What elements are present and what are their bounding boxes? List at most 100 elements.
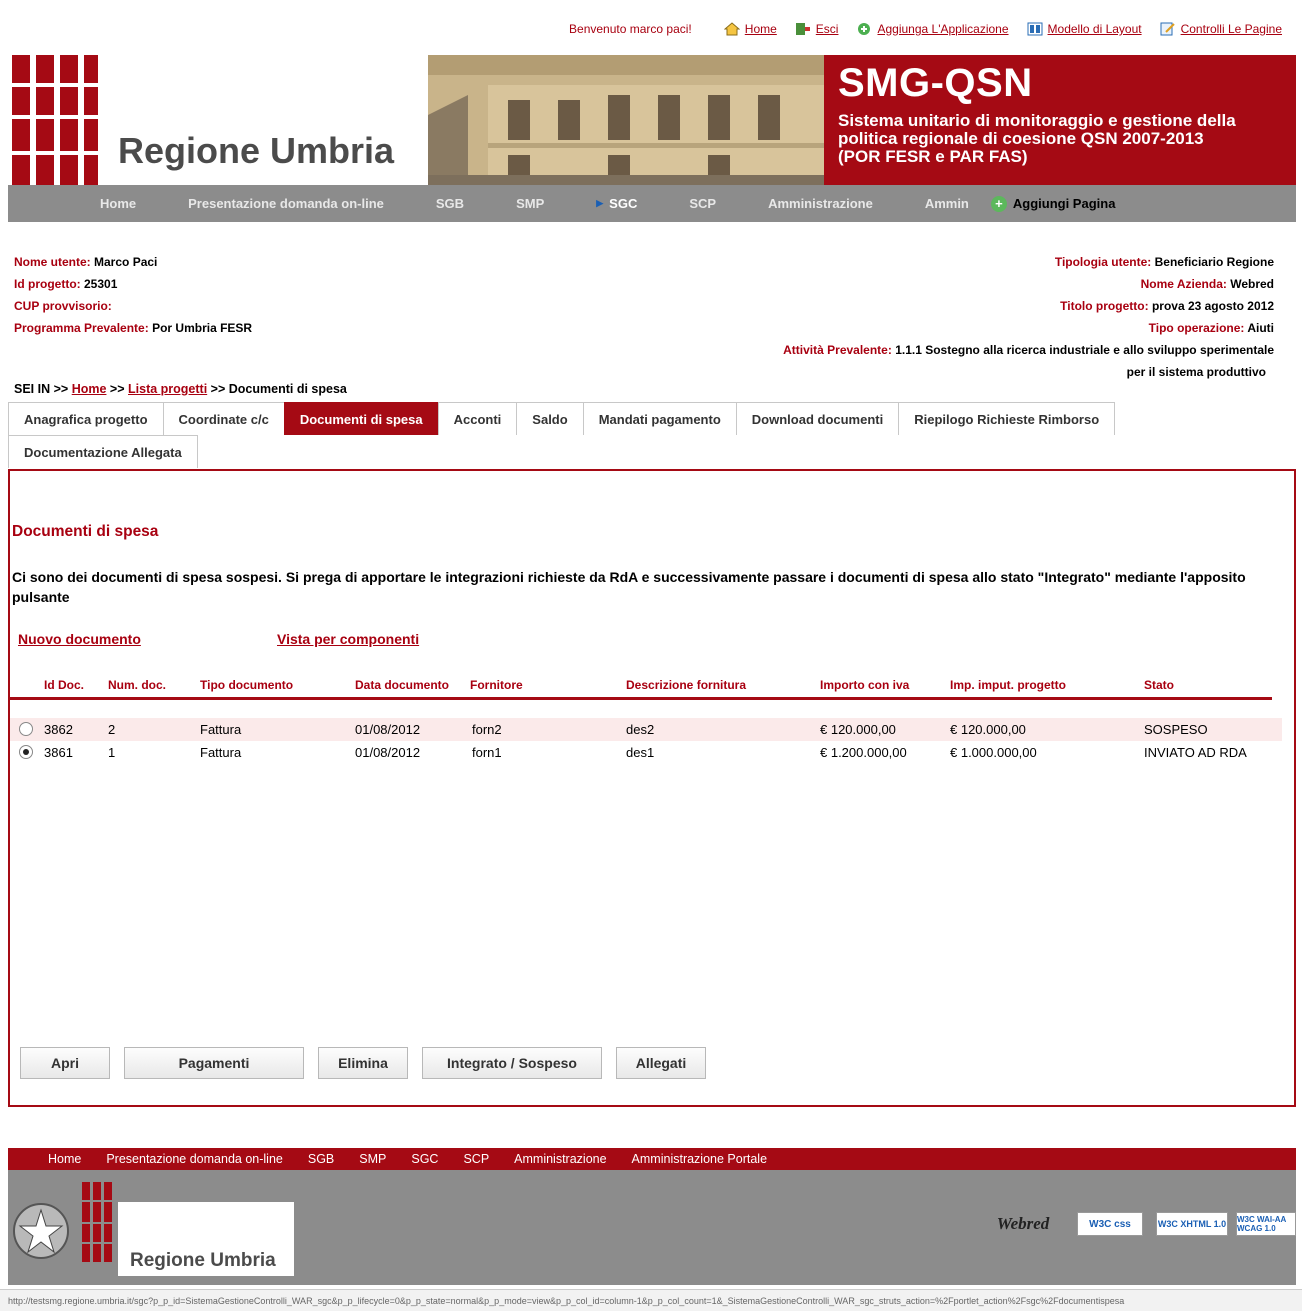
exit-icon	[795, 23, 810, 35]
action-buttons: Apri Pagamenti Elimina Integrato / Sospe…	[20, 1047, 720, 1079]
nav-item-sgb[interactable]: SGB	[436, 196, 464, 211]
component-view-link[interactable]: Vista per componenti	[277, 631, 419, 647]
top-link-layout[interactable]: Modello di Layout	[1027, 22, 1142, 36]
col-imp-imput: Imp. imput. progetto	[950, 678, 1066, 692]
info-label: Nome Azienda:	[1140, 277, 1227, 291]
edit-page-icon	[1160, 22, 1175, 36]
nav-item-presentazione[interactable]: Presentazione domanda on-line	[188, 196, 384, 211]
w3c-xhtml-badge[interactable]: W3C XHTML 1.0	[1156, 1212, 1228, 1236]
col-id-doc: Id Doc.	[44, 678, 85, 692]
w3c-wcag-badge[interactable]: W3C WAI-AA WCAG 1.0	[1236, 1212, 1296, 1236]
tab-anagrafica[interactable]: Anagrafica progetto	[8, 402, 164, 435]
tab-download[interactable]: Download documenti	[735, 402, 900, 435]
cell: 3862	[44, 722, 73, 737]
info-label: CUP provvisorio:	[14, 299, 112, 313]
cell: forn2	[472, 722, 502, 737]
integrated-suspended-button[interactable]: Integrato / Sospeso	[422, 1047, 602, 1079]
italian-emblem-icon	[13, 1203, 69, 1259]
top-link-exit[interactable]: Esci	[795, 22, 839, 36]
tab-saldo[interactable]: Saldo	[516, 402, 584, 435]
nav-item-smp[interactable]: SMP	[516, 196, 544, 211]
add-icon	[858, 23, 871, 35]
tab-coordinate[interactable]: Coordinate c/c	[162, 402, 285, 435]
row-select-radio[interactable]	[19, 722, 33, 736]
cell: des1	[626, 745, 655, 760]
table-row[interactable]: 3861 1 Fattura 01/08/2012 forn1 des1 € 1…	[10, 741, 1282, 764]
row-select-radio[interactable]	[19, 745, 33, 759]
triangle-right-icon: ▶	[596, 198, 604, 208]
col-data: Data documento	[355, 678, 450, 692]
top-link-add-app[interactable]: Aggiunga L'Applicazione	[856, 22, 1009, 36]
nav-item-amministrazione[interactable]: Amministrazione	[768, 196, 873, 211]
app-subtitle-line2: politica regionale di coesione QSN 2007-…	[838, 129, 1204, 148]
footer-link-presentazione[interactable]: Presentazione domanda on-line	[106, 1152, 283, 1166]
documents-panel: Documenti di spesa Ci sono dei documenti…	[8, 469, 1296, 1107]
col-num-doc: Num. doc.	[108, 678, 167, 692]
home-icon	[723, 22, 740, 36]
add-page-label: Aggiungi Pagina	[1012, 196, 1116, 211]
breadcrumb-list-link[interactable]: Lista progetti	[128, 382, 207, 396]
region-title: Regione Umbria	[118, 130, 395, 171]
footer-region-title: Regione Umbria	[130, 1250, 276, 1271]
app-subtitle: Sistema unitario di monitoraggio e gesti…	[838, 112, 1296, 166]
cell: € 120.000,00	[820, 722, 896, 737]
footer-link-sgc[interactable]: SGC	[411, 1152, 438, 1166]
cell: Fattura	[200, 745, 242, 760]
top-link-page-controls[interactable]: Controlli Le Pagine	[1160, 22, 1282, 36]
info-value: Beneficiario Regione	[1154, 255, 1274, 269]
nav-item-ammin[interactable]: Ammin	[925, 196, 969, 211]
w3c-css-badge[interactable]: W3C css	[1077, 1212, 1143, 1236]
top-link-home[interactable]: Home	[723, 22, 777, 36]
cell: 2	[108, 722, 116, 737]
delete-button[interactable]: Elimina	[318, 1047, 408, 1079]
cell: des2	[626, 722, 655, 737]
attachments-button[interactable]: Allegati	[616, 1047, 706, 1079]
payments-button[interactable]: Pagamenti	[124, 1047, 304, 1079]
breadcrumb-sep: >>	[210, 382, 226, 396]
open-button[interactable]: Apri	[20, 1047, 110, 1079]
top-link-exit-label: Esci	[815, 22, 839, 36]
tab-documenti-spesa[interactable]: Documenti di spesa	[283, 402, 439, 435]
cell: € 1.000.000,00	[950, 745, 1037, 760]
suspended-message: Ci sono dei documenti di spesa sospesi. …	[12, 569, 1246, 605]
info-value-continuation: per il sistema produttivo	[1126, 365, 1266, 379]
tab-documentazione-allegata[interactable]: Documentazione Allegata	[8, 435, 198, 468]
nav-item-sgc[interactable]: ▶ SGC	[596, 196, 637, 211]
breadcrumb-home-link[interactable]: Home	[72, 382, 107, 396]
plus-icon: +	[990, 195, 1007, 212]
footer-link-sgb[interactable]: SGB	[308, 1152, 334, 1166]
tab-row-2: Documentazione Allegata	[8, 435, 1296, 468]
footer-link-amministrazione[interactable]: Amministrazione	[514, 1152, 606, 1166]
footer-nav: Home Presentazione domanda on-line SGB S…	[8, 1148, 1296, 1170]
cell: forn1	[472, 745, 502, 760]
cell: € 120.000,00	[950, 722, 1026, 737]
table-header: Id Doc. Num. doc. Tipo documento Data do…	[10, 678, 1272, 700]
new-document-link[interactable]: Nuovo documento	[18, 631, 141, 647]
footer-link-amministrazione-portale[interactable]: Amministrazione Portale	[632, 1152, 767, 1166]
col-stato: Stato	[1144, 678, 1174, 692]
project-tabs: Anagrafica progetto Coordinate c/c Docum…	[8, 402, 1296, 468]
nav-item-home[interactable]: Home	[100, 196, 136, 211]
cell: € 1.200.000,00	[820, 745, 907, 760]
welcome-text: Benvenuto marco paci!	[569, 22, 692, 36]
col-tipo: Tipo documento	[200, 678, 294, 692]
footer-link-scp[interactable]: SCP	[463, 1152, 489, 1166]
cell: 1	[108, 745, 116, 760]
top-link-layout-label: Modello di Layout	[1047, 22, 1142, 36]
tab-mandati[interactable]: Mandati pagamento	[582, 402, 737, 435]
info-label: Programma Prevalente:	[14, 321, 149, 335]
tab-riepilogo[interactable]: Riepilogo Richieste Rimborso	[898, 402, 1116, 435]
cell: 3861	[44, 745, 73, 760]
top-link-page-controls-label: Controlli Le Pagine	[1180, 22, 1282, 36]
browser-status-bar: http://testsmg.regione.umbria.it/sgc?p_p…	[0, 1289, 1302, 1311]
info-value: 25301	[84, 277, 118, 291]
footer-link-home[interactable]: Home	[48, 1152, 81, 1166]
add-page-button[interactable]: + Aggiungi Pagina	[990, 195, 1116, 212]
footer-link-smp[interactable]: SMP	[359, 1152, 386, 1166]
cell: 01/08/2012	[355, 722, 421, 737]
table-row[interactable]: 3862 2 Fattura 01/08/2012 forn2 des2 € 1…	[10, 718, 1282, 741]
tab-acconti[interactable]: Acconti	[437, 402, 518, 435]
top-links: Benvenuto marco paci! Home Esci Aggiunga…	[569, 20, 1282, 38]
nav-item-scp[interactable]: SCP	[689, 196, 716, 211]
app-subtitle-line1: Sistema unitario di monitoraggio e gesti…	[838, 111, 1236, 130]
